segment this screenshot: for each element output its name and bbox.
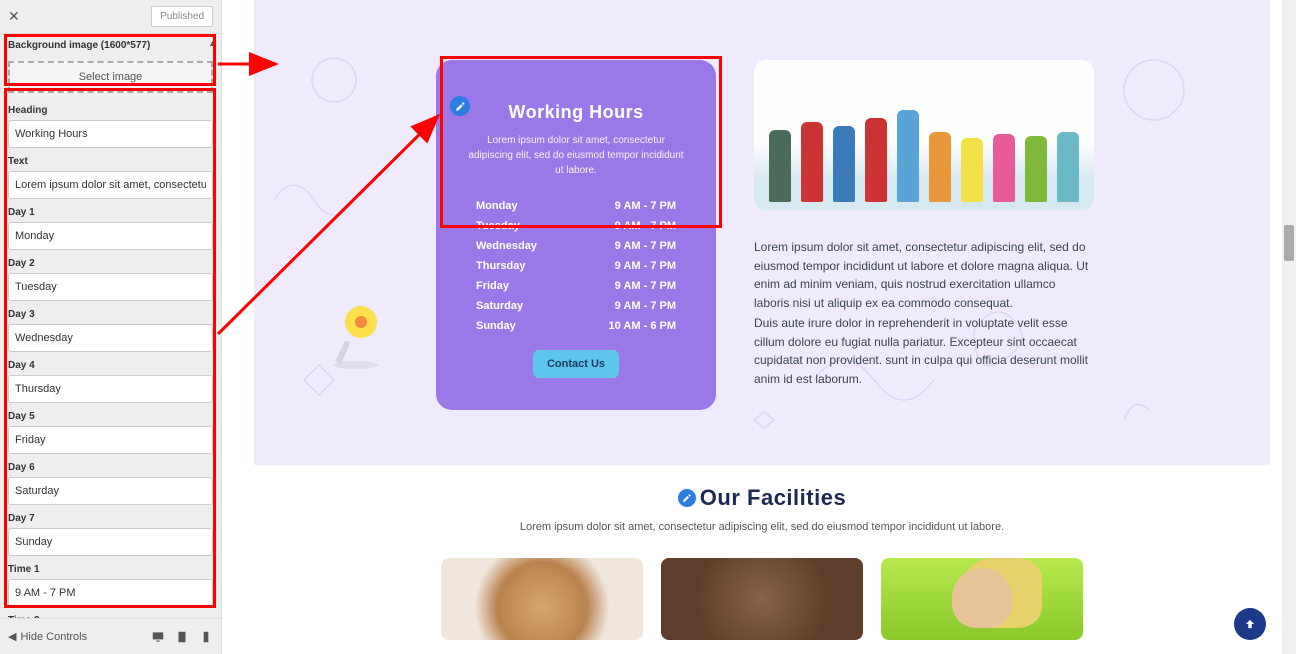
- hours-row: Wednesday 9 AM - 7 PM: [460, 236, 692, 256]
- close-icon[interactable]: ✕: [8, 8, 20, 25]
- day7-input[interactable]: [8, 528, 213, 556]
- hours-subtitle: Lorem ipsum dolor sit amet, consectetur …: [460, 133, 692, 178]
- hours-row: Friday 9 AM - 7 PM: [460, 276, 692, 296]
- field-label: Day 5: [0, 407, 221, 424]
- hours-title: Working Hours: [460, 102, 692, 123]
- field-label: Day 2: [0, 254, 221, 271]
- hours-time: 9 AM - 7 PM: [615, 240, 676, 252]
- field-label: Time 2: [0, 611, 221, 618]
- preview-pane: Working Hours Lorem ipsum dolor sit amet…: [222, 0, 1296, 654]
- edit-facilities-icon[interactable]: [678, 489, 696, 507]
- facilities-cards: [254, 558, 1270, 640]
- collapse-left-icon: ◀: [8, 630, 16, 643]
- field-label: Day 4: [0, 356, 221, 373]
- hours-time: 9 AM - 7 PM: [615, 280, 676, 292]
- time1-input[interactable]: [8, 579, 213, 607]
- hero-paragraph-1: Lorem ipsum dolor sit amet, consectetur …: [754, 238, 1094, 312]
- day3-input[interactable]: [8, 324, 213, 352]
- hours-day: Friday: [476, 280, 509, 292]
- desktop-icon[interactable]: [151, 630, 165, 644]
- hero-paragraph-2: Duis aute irure dolor in reprehenderit i…: [754, 314, 1094, 388]
- day6-input[interactable]: [8, 477, 213, 505]
- mobile-icon[interactable]: [199, 630, 213, 644]
- hours-day: Wednesday: [476, 240, 537, 252]
- heading-input[interactable]: [8, 120, 213, 148]
- field-label: Text: [0, 152, 221, 169]
- field-label: Day 6: [0, 458, 221, 475]
- field-label: Day 3: [0, 305, 221, 322]
- tablet-icon[interactable]: [175, 630, 189, 644]
- hours-day: Tuesday: [476, 220, 520, 232]
- facilities-title: Our Facilities: [678, 485, 846, 511]
- pencil-icon: [682, 493, 692, 503]
- preview-scroll-thumb[interactable]: [1284, 225, 1294, 261]
- day1-input[interactable]: [8, 222, 213, 250]
- hide-controls-button[interactable]: ◀ Hide Controls: [8, 630, 87, 643]
- published-button[interactable]: Published: [151, 6, 213, 27]
- hours-day: Thursday: [476, 260, 526, 272]
- contact-us-button[interactable]: Contact Us: [533, 350, 619, 378]
- edit-hours-icon[interactable]: [450, 96, 470, 116]
- hours-list: Monday9 AM - 7 PMTuesday9 AM - 7 PMWedne…: [460, 196, 692, 336]
- day4-input[interactable]: [8, 375, 213, 403]
- rattle-decoration: [326, 300, 386, 370]
- hero-image: [754, 60, 1094, 210]
- chevron-up-icon: [1243, 617, 1257, 631]
- field-label: Heading: [0, 101, 221, 118]
- device-switcher: [151, 630, 213, 644]
- hours-row: Sunday 10 AM - 6 PM: [460, 316, 692, 336]
- hours-day: Saturday: [476, 300, 523, 312]
- section-bg-label: Background image (1600*577) ▲: [0, 34, 221, 57]
- day2-input[interactable]: [8, 273, 213, 301]
- facilities-section: Our Facilities Lorem ipsum dolor sit ame…: [254, 485, 1270, 640]
- sidebar-header: ✕ Published: [0, 0, 221, 34]
- facility-card[interactable]: [881, 558, 1083, 640]
- scroll-to-top-button[interactable]: [1234, 608, 1266, 640]
- select-image-button[interactable]: Select image: [8, 61, 213, 93]
- hours-time: 9 AM - 7 PM: [615, 300, 676, 312]
- field-label: Day 7: [0, 509, 221, 526]
- facilities-subtitle: Lorem ipsum dolor sit amet, consectetur …: [254, 519, 1270, 536]
- hours-row: Monday 9 AM - 7 PM: [460, 196, 692, 216]
- hours-time: 9 AM - 7 PM: [615, 220, 676, 232]
- hours-time: 10 AM - 6 PM: [609, 320, 676, 332]
- hero-section: Working Hours Lorem ipsum dolor sit amet…: [254, 0, 1270, 465]
- sidebar-body: Background image (1600*577) ▲ Select ima…: [0, 34, 221, 618]
- facility-card[interactable]: [441, 558, 643, 640]
- preview-scrollbar[interactable]: [1282, 0, 1296, 654]
- working-hours-card: Working Hours Lorem ipsum dolor sit amet…: [436, 60, 716, 410]
- pencil-icon: [455, 101, 466, 112]
- day5-input[interactable]: [8, 426, 213, 454]
- sidebar-footer: ◀ Hide Controls: [0, 618, 221, 654]
- hours-day: Monday: [476, 200, 518, 212]
- collapse-icon[interactable]: ▲: [208, 38, 217, 48]
- hours-row: Saturday 9 AM - 7 PM: [460, 296, 692, 316]
- hours-day: Sunday: [476, 320, 516, 332]
- text-input[interactable]: [8, 171, 213, 199]
- hours-row: Thursday 9 AM - 7 PM: [460, 256, 692, 276]
- customizer-sidebar: ✕ Published Background image (1600*577) …: [0, 0, 222, 654]
- hours-time: 9 AM - 7 PM: [615, 200, 676, 212]
- hours-row: Tuesday 9 AM - 7 PM: [460, 216, 692, 236]
- hours-time: 9 AM - 7 PM: [615, 260, 676, 272]
- field-label: Day 1: [0, 203, 221, 220]
- facility-card[interactable]: [661, 558, 863, 640]
- field-label: Time 1: [0, 560, 221, 577]
